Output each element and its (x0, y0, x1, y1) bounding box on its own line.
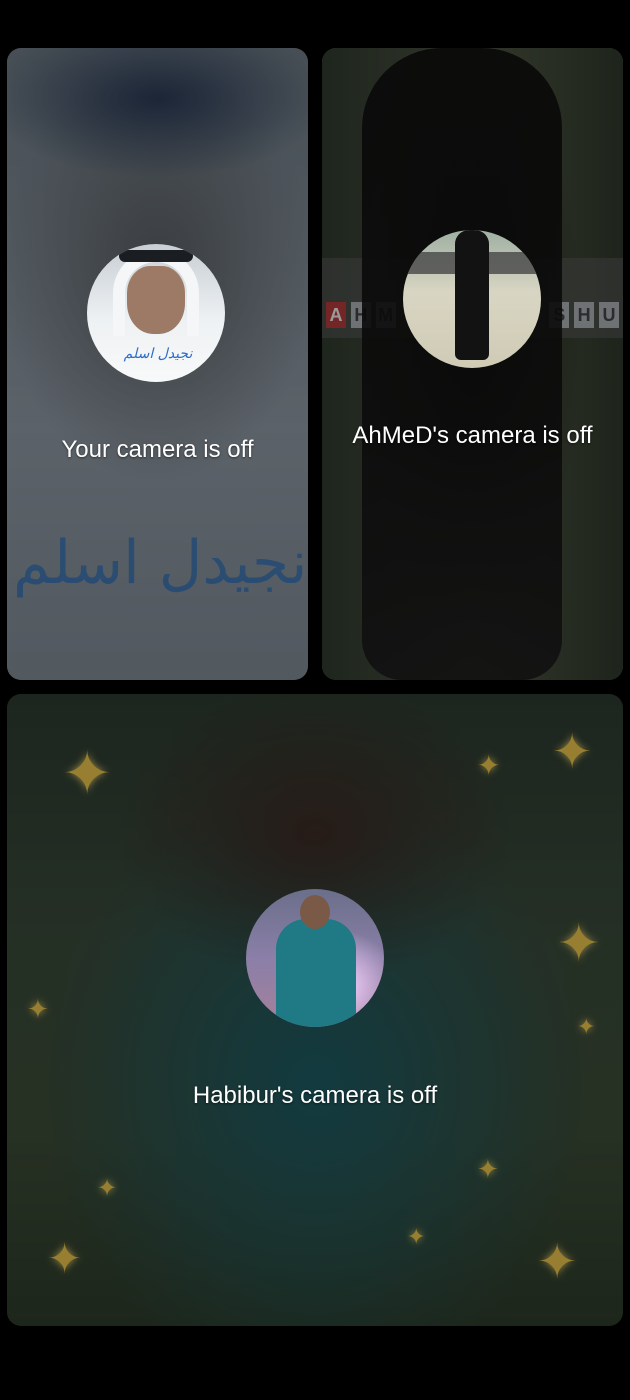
avatar-ahmed (403, 230, 541, 368)
video-call-grid: نجيدل اسلم نجيدل اسلم Your camera is off… (0, 0, 630, 1400)
participant-tile-you[interactable]: نجيدل اسلم نجيدل اسلم Your camera is off (7, 48, 308, 680)
participant-tile-habibur[interactable]: ✦ ✦ ✦ ✦ ✦ ✦ ✦ ✦ ✦ ✦ ✦ Habibur's camera i… (7, 694, 623, 1326)
camera-off-label: Your camera is off (61, 436, 254, 463)
avatar-habibur (246, 889, 384, 1027)
avatar-caption: نجيدل اسلم (123, 346, 193, 362)
participant-tile-ahmed[interactable]: A H M S H U AhMeD's camera is off (322, 48, 623, 680)
avatar-you: نجيدل اسلم (87, 244, 225, 382)
camera-off-label: AhMeD's camera is off (352, 422, 593, 449)
camera-off-label: Habibur's camera is off (192, 1082, 438, 1109)
